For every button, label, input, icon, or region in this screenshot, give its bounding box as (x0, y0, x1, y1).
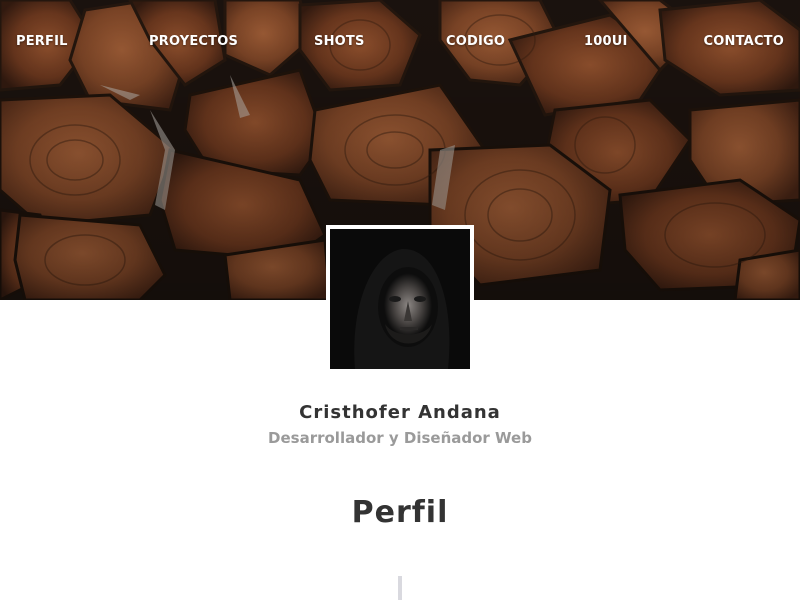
avatar (326, 225, 474, 373)
profile-name: Cristhofer Andana (299, 402, 501, 423)
nav-link-perfil[interactable]: PERFIL (16, 34, 68, 50)
profile-role: Desarrollador y Diseñador Web (268, 429, 532, 447)
section-title: Perfil (351, 495, 449, 530)
nav-link-100ui[interactable]: 100UI (584, 34, 628, 50)
nav-link-proyectos[interactable]: PROYECTOS (149, 34, 238, 50)
profile-photo-icon (330, 229, 470, 369)
top-navigation: PERFIL PROYECTOS SHOTS CODIGO 100UI CONT… (0, 0, 800, 86)
page: PERFIL PROYECTOS SHOTS CODIGO 100UI CONT… (0, 0, 800, 600)
nav-link-shots[interactable]: SHOTS (314, 34, 365, 50)
vertical-divider (398, 576, 402, 600)
nav-link-codigo[interactable]: CODIGO (446, 34, 505, 50)
nav-link-contacto[interactable]: CONTACTO (704, 34, 784, 50)
